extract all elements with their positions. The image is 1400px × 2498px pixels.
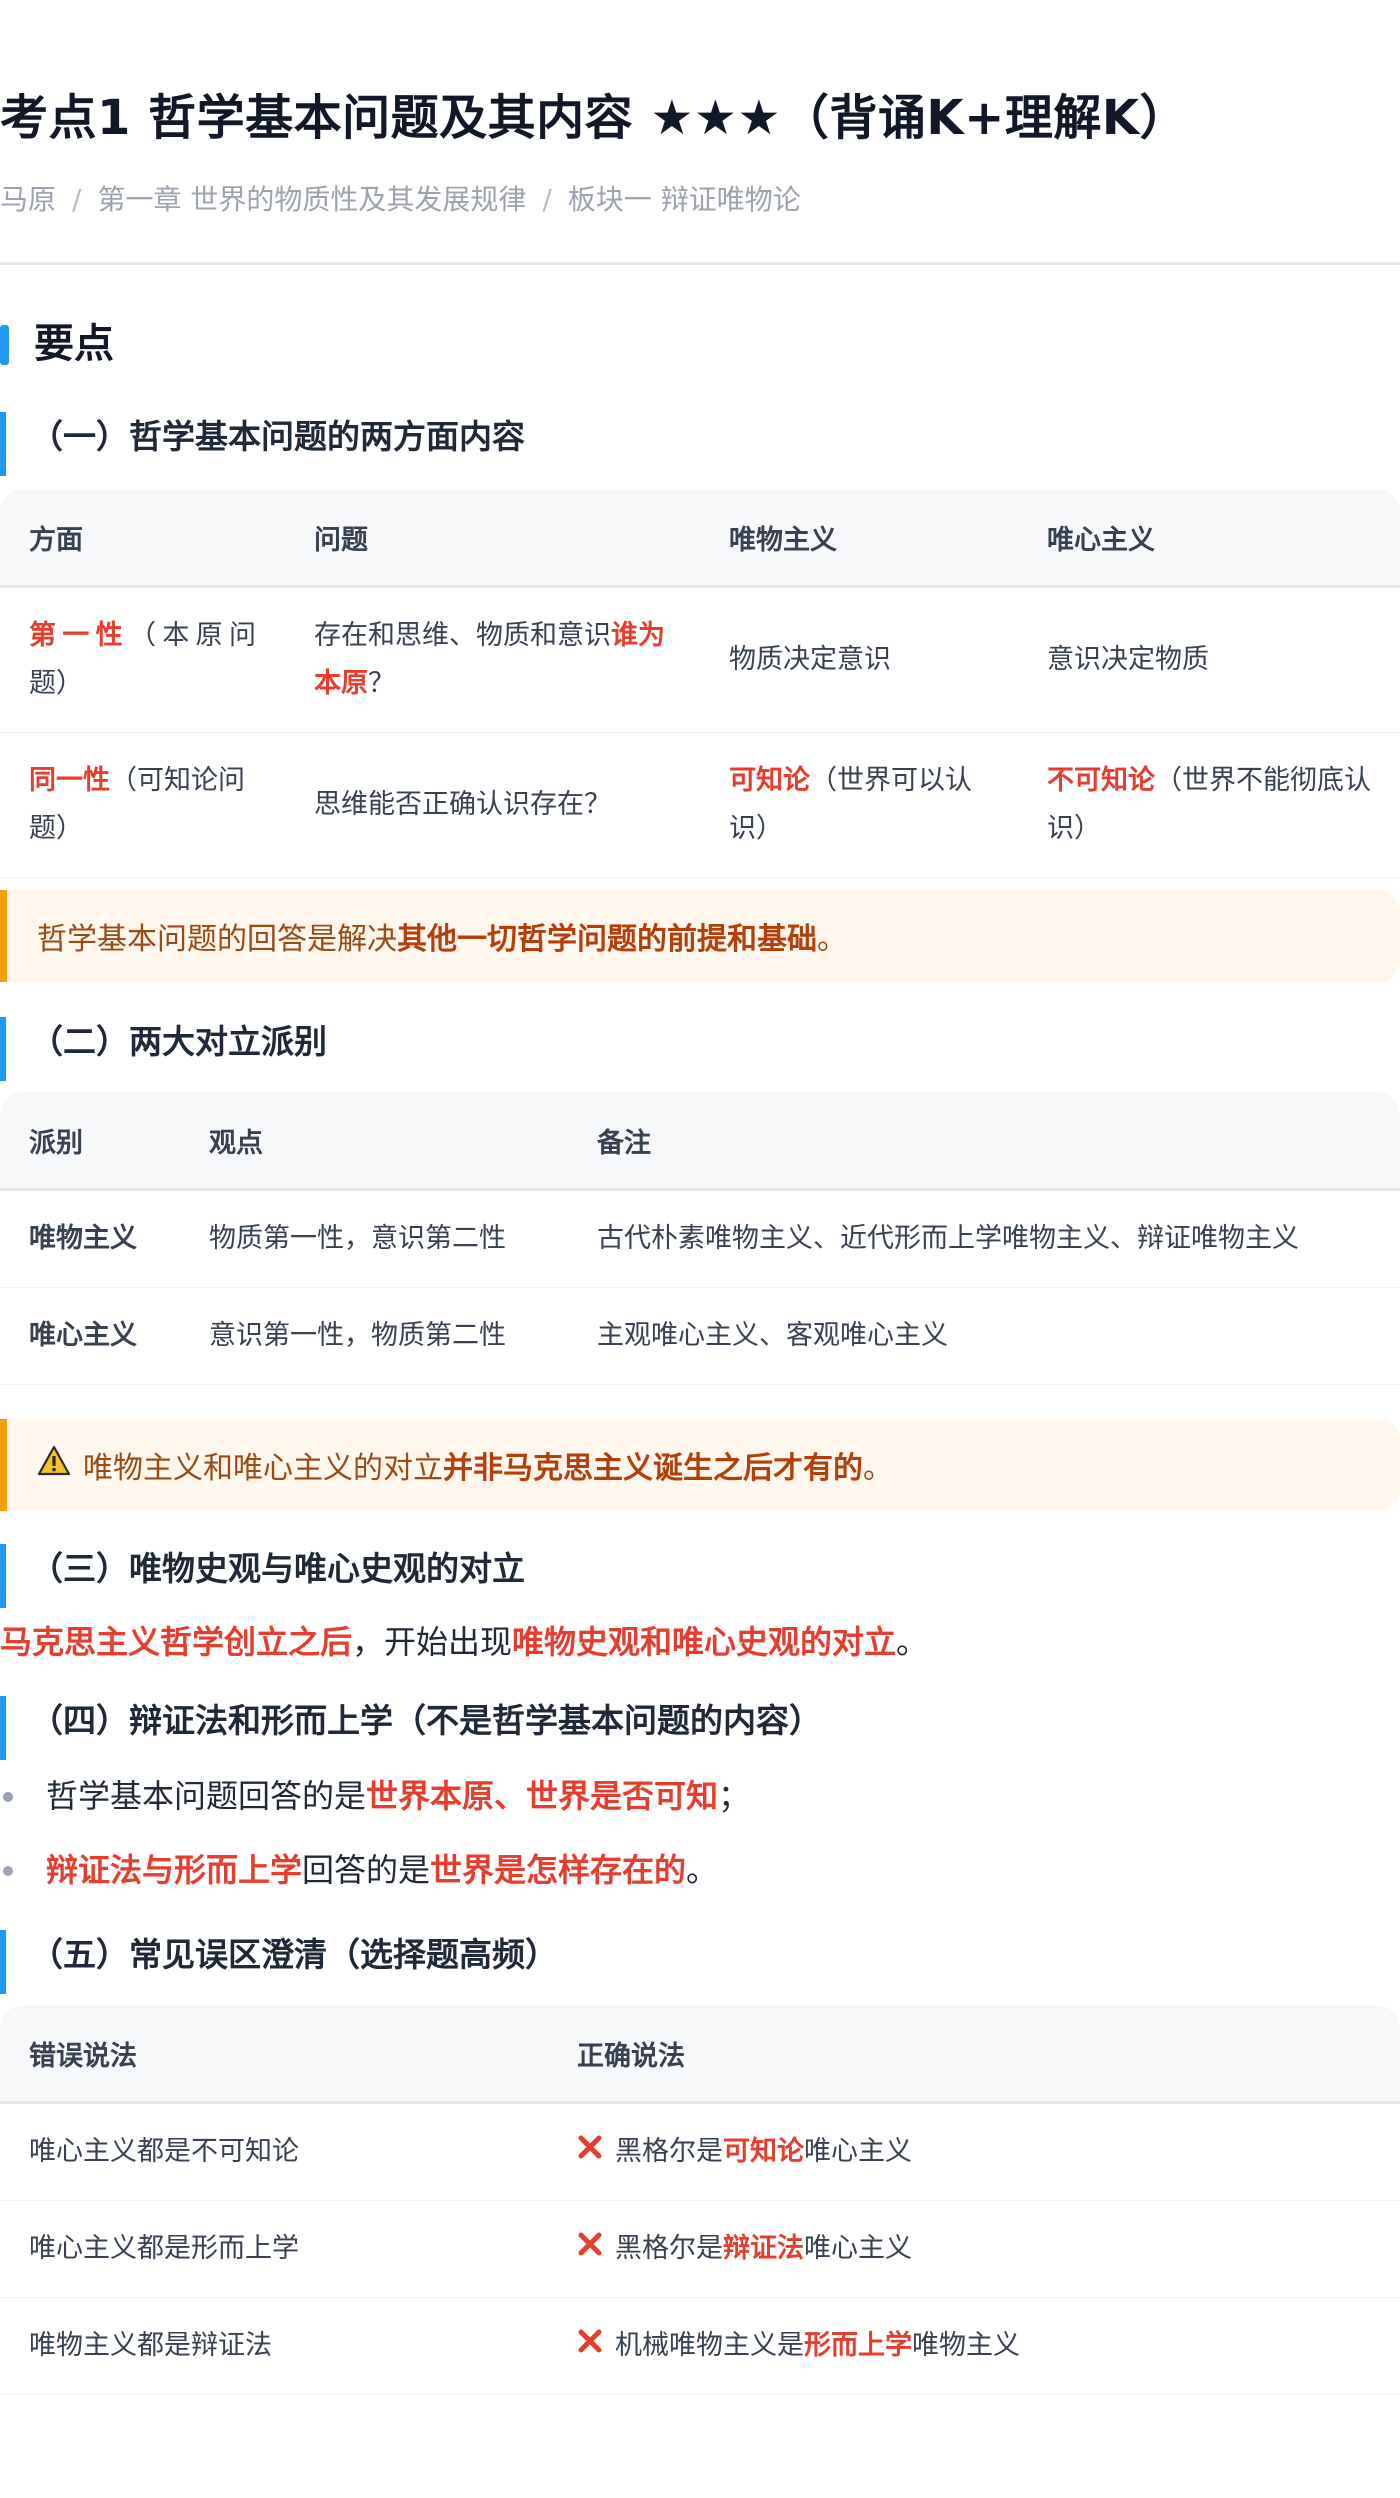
highlight-text: 唯物史观和唯心史观的对立 [512,1623,897,1661]
cell-question: 存在和思维、物质和意识谁为本原？ [285,586,700,733]
highlight-text: 同一性 [29,765,110,796]
note-bold-text: 其他一切哲学问题的前提和基础 [397,922,817,957]
cell-question: 思维能否正确认识存在？ [285,732,700,878]
cell-wrong: 唯心主义都是形而上学 [0,2200,548,2298]
breadcrumb-item[interactable]: 第一章 世界的物质性及其发展规律 [97,183,526,216]
note-text: 唯物主义和唯心主义的对立 [83,1451,443,1486]
table-header-row: 错误说法 正确说法 [0,2005,1400,2104]
table-row: 唯心主义 意识第一性，物质第二性 主观唯心主义、客观唯心主义 [0,1287,1400,1385]
list-item: 哲学基本问题回答的是世界本原、世界是否可知； [0,1759,1400,1833]
highlight-text: 世界本原、世界是否可知 [366,1777,719,1815]
column-header: 唯心主义 [1018,489,1400,588]
cell-school: 唯心主义 [0,1287,180,1385]
cross-icon [577,2225,603,2273]
table-row: 唯心主义都是不可知论 黑格尔是可知论唯心主义 [0,2102,1400,2201]
section-title: 要点 [0,319,1400,369]
cell-remark: 主观唯心主义、客观唯心主义 [568,1287,1400,1385]
breadcrumb-separator: / [72,183,82,216]
note-text: 。 [863,1451,893,1486]
highlight-text: 第一性 [29,620,129,651]
cell-text: 存在和思维、物质和意识 [314,620,611,651]
subsection-heading-3: （三）唯物史观与唯心史观的对立 [0,1544,525,1608]
highlight-text: 世界是怎样存在的 [430,1851,687,1889]
note-bold-text: 并非马克思主义诞生之后才有的 [443,1451,863,1486]
highlight-text: 形而上学 [804,2329,912,2361]
note-text: 哲学基本问题的回答是解决 [37,922,397,957]
column-header: 备注 [568,1092,1400,1191]
subsection-heading-2: （二）两大对立派别 [0,1017,327,1081]
column-header: 错误说法 [0,2005,548,2104]
column-header: 正确说法 [548,2005,1400,2104]
cell-correct: 机械唯物主义是形而上学唯物主义 [548,2297,1400,2395]
basic-question-table: 方面 问题 唯物主义 唯心主义 第一性（本原问题） 存在和思维、物质和意识谁为本… [0,489,1400,878]
cell-text: 机械唯物主义是 [615,2329,804,2361]
cell-text: ？ [368,668,395,699]
column-header: 派别 [0,1092,180,1191]
schools-table: 派别 观点 备注 唯物主义 物质第一性，意识第二性 古代朴素唯物主义、近代形而上… [0,1092,1400,1385]
subsection-heading-4: （四）辩证法和形而上学（不是哲学基本问题的内容） [0,1696,822,1760]
paragraph-text: 。 [896,1623,929,1661]
subsection-heading-5: （五）常见误区澄清（选择题高频） [0,1930,558,1994]
item-text: ； [718,1777,751,1815]
column-header: 唯物主义 [700,489,1018,588]
cell-text: 唯心主义 [804,2135,912,2167]
column-header: 观点 [180,1092,568,1191]
page-title: 考点1 哲学基本问题及其内容 ★★★（背诵K+理解K） [0,90,1189,146]
highlight-text: 可知论 [723,2135,804,2167]
table-header-row: 方面 问题 唯物主义 唯心主义 [0,489,1400,588]
cell-idealism: 意识决定物质 [1018,586,1400,733]
cell-school: 唯物主义 [0,1189,180,1288]
cell-materialism: 物质决定意识 [700,586,1018,733]
cell-wrong: 唯心主义都是不可知论 [0,2102,548,2201]
dialectics-list: 哲学基本问题回答的是世界本原、世界是否可知； 辩证法与形而上学回答的是世界是怎样… [0,1759,1400,1907]
cell-remark: 古代朴素唯物主义、近代形而上学唯物主义、辩证唯物主义 [568,1189,1400,1288]
cell-aspect: 同一性（可知论问题） [0,732,285,878]
cell-aspect: 第一性（本原问题） [0,586,285,733]
column-header: 问题 [285,489,700,588]
cross-icon [577,2322,603,2370]
table-row: 唯物主义都是辩证法 机械唯物主义是形而上学唯物主义 [0,2297,1400,2395]
subsection-heading-1: （一）哲学基本问题的两方面内容 [0,412,525,476]
cell-view: 意识第一性，物质第二性 [180,1287,568,1385]
item-text: 哲学基本问题回答的是 [46,1777,367,1815]
table-row: 第一性（本原问题） 存在和思维、物质和意识谁为本原？ 物质决定意识 意识决定物质 [0,586,1400,733]
cell-correct: 黑格尔是可知论唯心主义 [548,2102,1400,2201]
cross-icon [577,2128,603,2176]
highlight-text: 不可知论 [1047,765,1155,796]
highlight-text: 辩证法与形而上学 [46,1851,303,1889]
breadcrumb-separator: / [542,183,552,216]
highlight-text: 可知论 [729,765,810,796]
cell-idealism: 不可知论（世界不能彻底认识） [1018,732,1400,878]
page: 考点1 哲学基本问题及其内容 ★★★（背诵K+理解K） 马原 / 第一章 世界的物质… [0,0,1400,2395]
column-header: 方面 [0,489,285,588]
cell-text: 唯心主义 [804,2232,912,2264]
highlight-text: 马克思主义哲学创立之后 [0,1623,353,1661]
table-row: 同一性（可知论问题） 思维能否正确认识存在？ 可知论（世界可以认识） 不可知论（… [0,732,1400,878]
note-callout: 哲学基本问题的回答是解决 其他一切哲学问题的前提和基础。 [0,890,1400,982]
breadcrumb: 马原 / 第一章 世界的物质性及其发展规律 / 板块一 辩证唯物论 [0,180,1400,265]
highlight-text: 辩证法 [723,2232,804,2264]
cell-text: 黑格尔是 [615,2135,723,2167]
cell-wrong: 唯物主义都是辩证法 [0,2297,548,2395]
note-text: 。 [817,922,847,957]
list-item: 辩证法与形而上学回答的是世界是怎样存在的。 [0,1833,1400,1907]
cell-text: 黑格尔是 [615,2232,723,2264]
warning-callout: 唯物主义和唯心主义的对立 并非马克思主义诞生之后才有的。 [0,1419,1400,1511]
misconception-table: 错误说法 正确说法 唯心主义都是不可知论 黑格尔是可知论唯心主义 唯心主义都是形… [0,2005,1400,2395]
paragraph-text: ，开始出现 [352,1623,513,1661]
item-text: 。 [686,1851,719,1889]
breadcrumb-item[interactable]: 马原 [0,183,56,216]
cell-correct: 黑格尔是辩证法唯心主义 [548,2200,1400,2298]
cell-view: 物质第一性，意识第二性 [180,1189,568,1288]
table-header-row: 派别 观点 备注 [0,1092,1400,1191]
warning-icon [37,1445,71,1485]
cell-text: 唯物主义 [912,2329,1020,2361]
history-paragraph: 马克思主义哲学创立之后，开始出现唯物史观和唯心史观的对立。 [0,1617,1400,1667]
table-row: 唯物主义 物质第一性，意识第二性 古代朴素唯物主义、近代形而上学唯物主义、辩证唯… [0,1189,1400,1288]
item-text: 回答的是 [302,1851,431,1889]
cell-materialism: 可知论（世界可以认识） [700,732,1018,878]
breadcrumb-item[interactable]: 板块一 辩证唯物论 [568,183,801,216]
table-row: 唯心主义都是形而上学 黑格尔是辩证法唯心主义 [0,2200,1400,2298]
